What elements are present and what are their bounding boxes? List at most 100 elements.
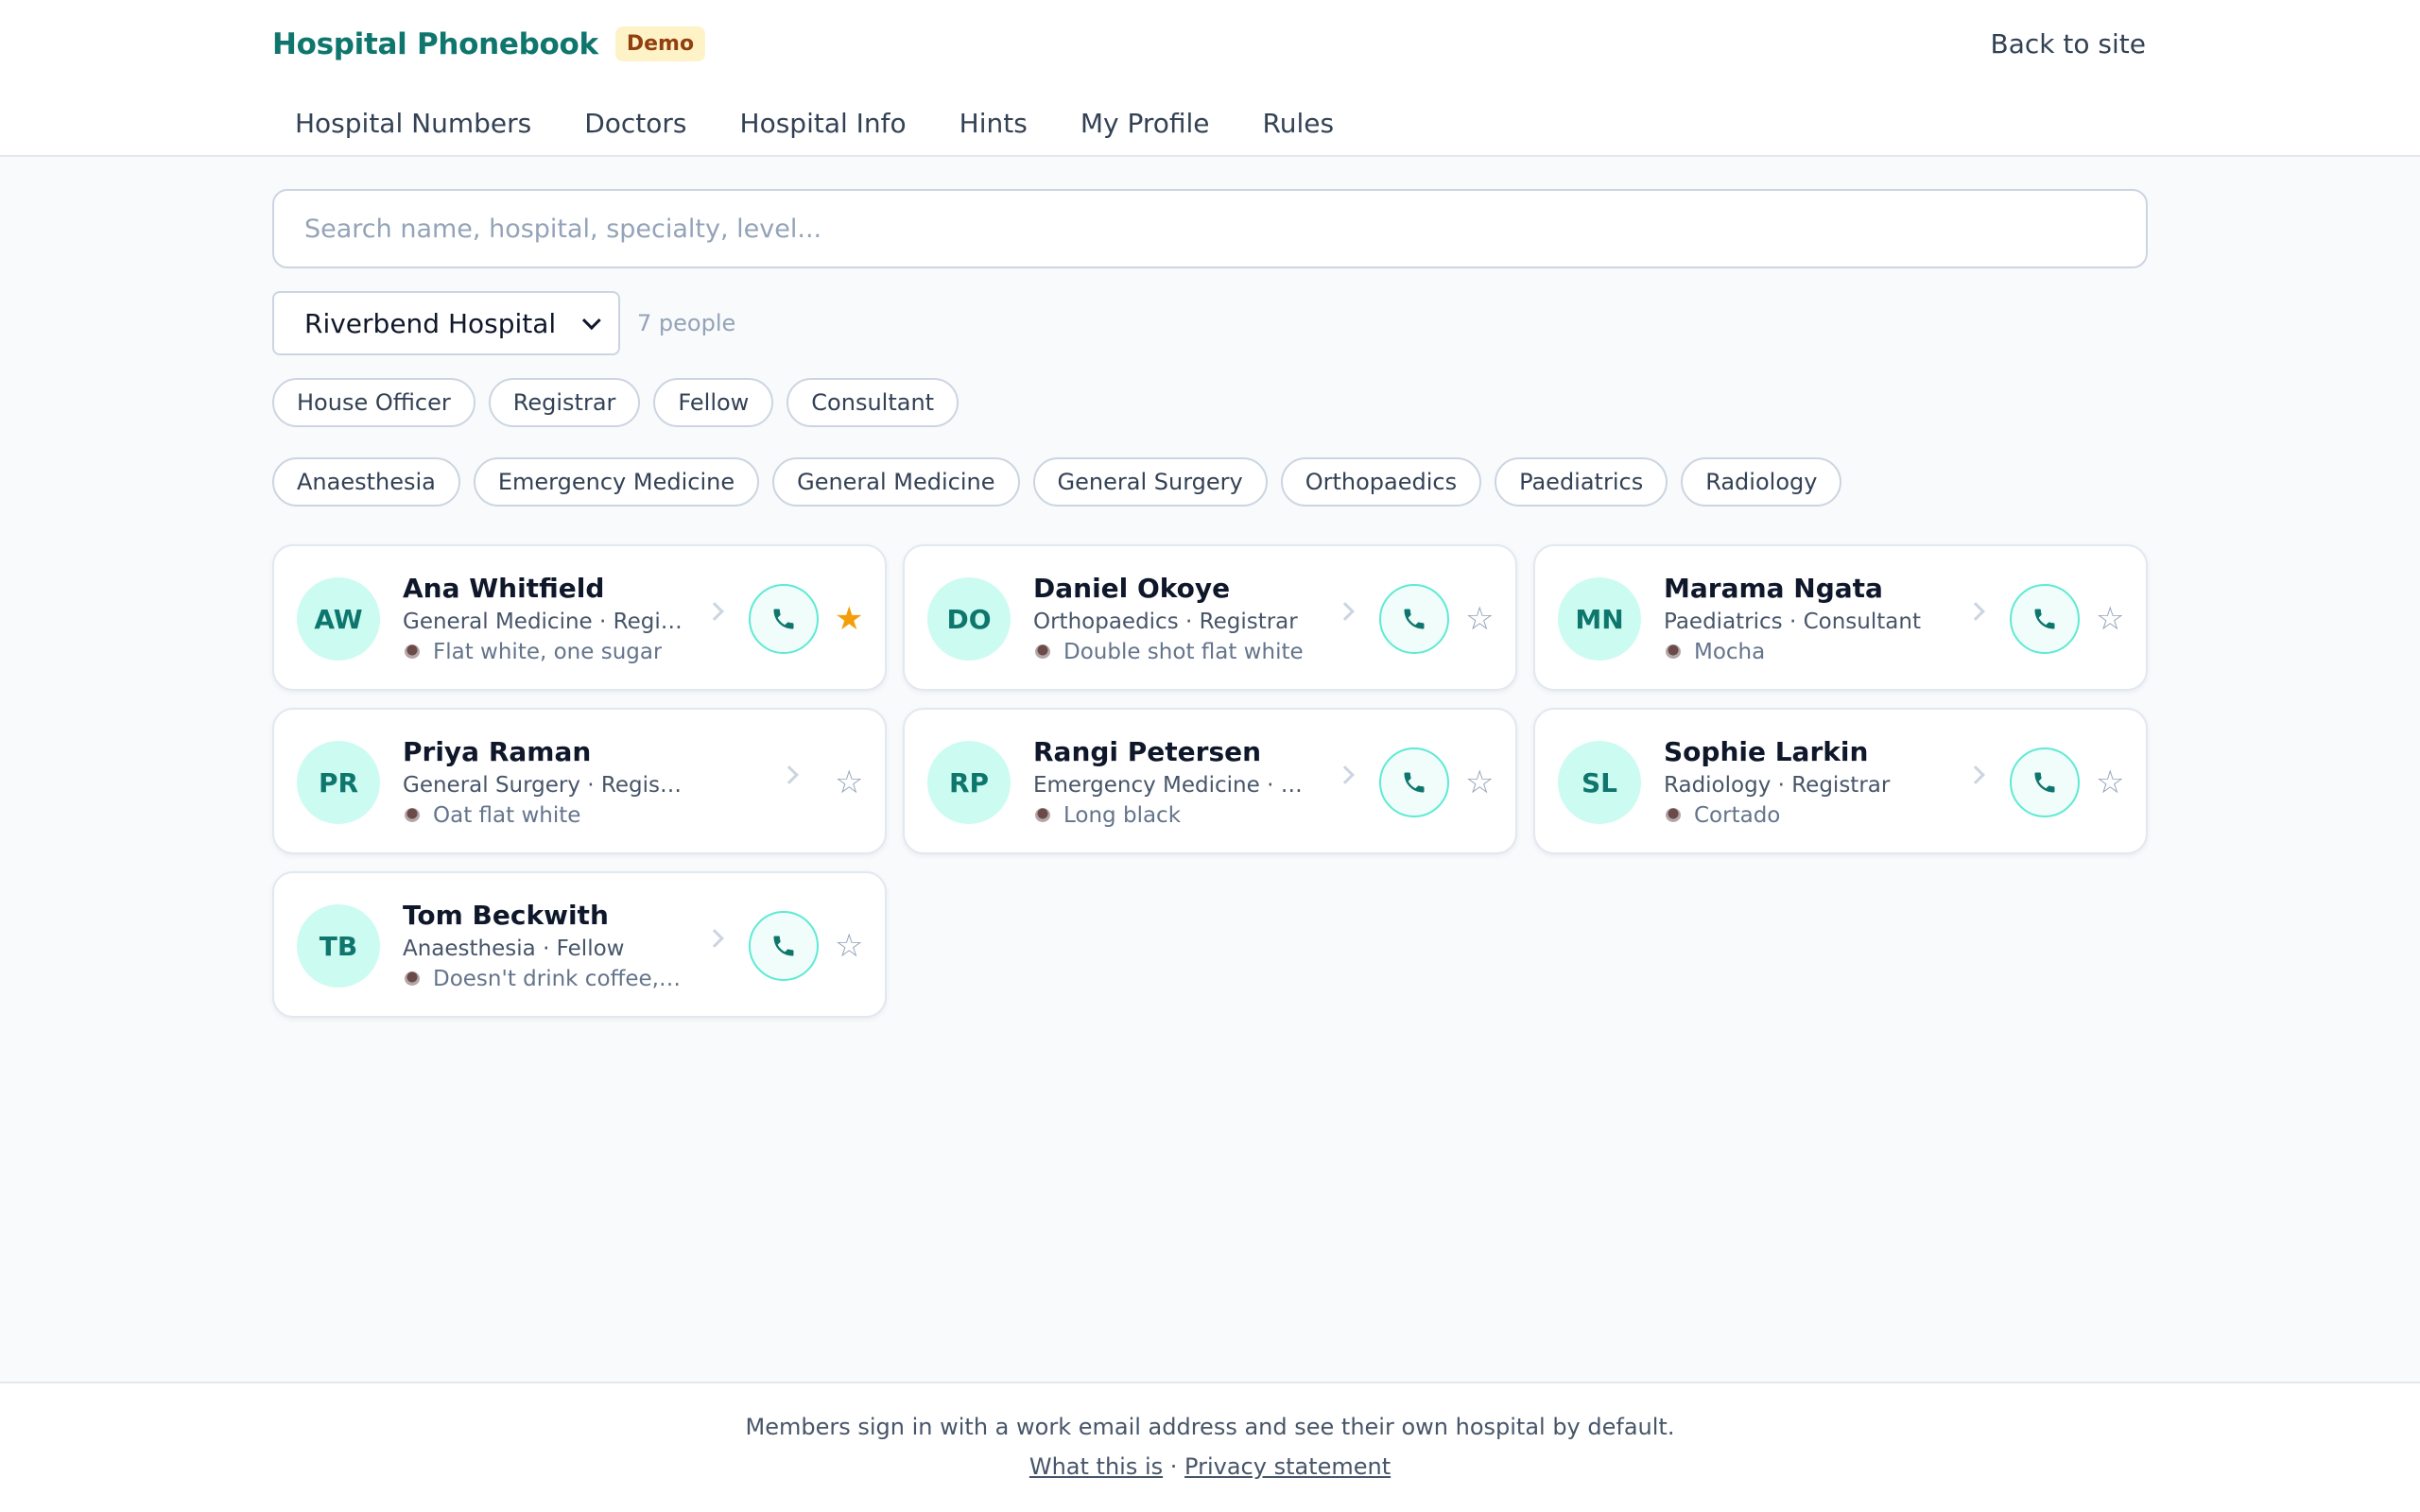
phone-icon — [773, 936, 794, 956]
chevron-right-icon[interactable] — [705, 602, 724, 621]
chip-orthopaedics[interactable]: Orthopaedics — [1280, 457, 1482, 507]
phone-icon — [773, 609, 794, 629]
chevron-right-icon[interactable] — [1966, 765, 1985, 784]
coffee-text: Long black — [1063, 803, 1182, 828]
person-name: Daniel Okoye — [1033, 573, 1231, 604]
chip-radiology[interactable]: Radiology — [1681, 457, 1842, 507]
person-specialty-level: General Surgery · Registrar — [403, 773, 686, 798]
coffee-preference: Oat flat white — [403, 803, 686, 828]
chevron-right-icon[interactable] — [1336, 765, 1355, 784]
brand: Hospital Phonebook Demo — [272, 26, 706, 61]
nav-rules[interactable]: Rules — [1263, 108, 1335, 139]
person-card[interactable]: MN Marama Ngata Paediatrics · Consultant… — [1533, 544, 2148, 691]
chip-consultant[interactable]: Consultant — [786, 378, 959, 427]
nav-hospital-numbers[interactable]: Hospital Numbers — [295, 108, 531, 139]
person-card[interactable]: TB Tom Beckwith Anaesthesia · Fellow Doe… — [272, 871, 887, 1018]
phone-icon — [2034, 772, 2055, 793]
call-button[interactable] — [2010, 584, 2080, 654]
chip-emergency-medicine[interactable]: Emergency Medicine — [473, 457, 760, 507]
chip-house-officer[interactable]: House Officer — [272, 378, 475, 427]
person-card[interactable]: PR Priya Raman General Surgery · Registr… — [272, 708, 887, 854]
avatar: PR — [297, 741, 380, 824]
chevron-right-icon[interactable] — [1336, 602, 1355, 621]
footer-links: What this is · Privacy statement — [0, 1453, 2420, 1480]
favorite-star-icon[interactable]: ☆ — [835, 923, 863, 969]
call-button[interactable] — [1379, 584, 1449, 654]
person-card[interactable]: SL Sophie Larkin Radiology · Registrar C… — [1533, 708, 2148, 854]
chevron-down-icon — [581, 311, 601, 331]
phone-icon — [2034, 609, 2055, 629]
main-nav: Hospital Numbers Doctors Hospital Info H… — [295, 108, 1334, 139]
nav-hospital-info[interactable]: Hospital Info — [740, 108, 907, 139]
person-card[interactable]: AW Ana Whitfield General Medicine · Regi… — [272, 544, 887, 691]
avatar: MN — [1558, 577, 1641, 661]
person-card[interactable]: RP Rangi Petersen Emergency Medicine · H… — [903, 708, 1517, 854]
privacy-statement-link[interactable]: Privacy statement — [1184, 1453, 1391, 1480]
nav-hints[interactable]: Hints — [959, 108, 1028, 139]
back-to-site-link[interactable]: Back to site — [1991, 28, 2146, 60]
hospital-select-value: Riverbend Hospital — [304, 307, 557, 339]
person-info: Marama Ngata Paediatrics · Consultant Mo… — [1664, 573, 1947, 664]
phone-icon — [1404, 609, 1425, 629]
chevron-right-icon[interactable] — [780, 765, 799, 784]
person-specialty-level: Emergency Medicine · Ho... — [1033, 773, 1317, 798]
chip-paediatrics[interactable]: Paediatrics — [1495, 457, 1668, 507]
coffee-preference: Double shot flat white — [1033, 640, 1317, 664]
avatar: DO — [927, 577, 1011, 661]
favorite-star-icon[interactable]: ☆ — [2096, 596, 2124, 642]
person-name: Rangi Petersen — [1033, 736, 1262, 767]
chip-fellow[interactable]: Fellow — [653, 378, 774, 427]
coffee-preference: Cortado — [1664, 803, 1947, 828]
coffee-text: Cortado — [1694, 803, 1781, 828]
search-input[interactable] — [272, 189, 2148, 268]
favorite-star-icon[interactable]: ☆ — [2096, 760, 2124, 805]
call-button[interactable] — [1379, 747, 1449, 817]
call-button[interactable] — [749, 911, 819, 981]
nav-my-profile[interactable]: My Profile — [1080, 108, 1210, 139]
person-specialty-level: Anaesthesia · Fellow — [403, 936, 625, 961]
hospital-select[interactable]: Riverbend Hospital — [272, 291, 620, 355]
coffee-text: Double shot flat white — [1063, 640, 1304, 664]
avatar: RP — [927, 741, 1011, 824]
favorite-star-icon[interactable]: ☆ — [1465, 760, 1494, 805]
app-title[interactable]: Hospital Phonebook — [272, 27, 598, 61]
person-info: Rangi Petersen Emergency Medicine · Ho..… — [1033, 736, 1317, 828]
nav-doctors[interactable]: Doctors — [584, 108, 686, 139]
coffee-text: Oat flat white — [433, 803, 581, 828]
coffee-cup-icon — [1664, 806, 1683, 825]
what-this-is-link[interactable]: What this is — [1029, 1453, 1163, 1480]
person-name: Tom Beckwith — [403, 900, 609, 931]
chip-general-surgery[interactable]: General Surgery — [1032, 457, 1268, 507]
person-info: Daniel Okoye Orthopaedics · Registrar Do… — [1033, 573, 1317, 664]
favorite-star-icon[interactable]: ☆ — [1465, 596, 1494, 642]
call-button[interactable] — [2010, 747, 2080, 817]
coffee-cup-icon — [1033, 806, 1052, 825]
person-specialty-level: General Medicine · Regist... — [403, 610, 686, 634]
coffee-text: Flat white, one sugar — [433, 640, 663, 664]
person-specialty-level: Radiology · Registrar — [1664, 773, 1891, 798]
person-info: Sophie Larkin Radiology · Registrar Cort… — [1664, 736, 1947, 828]
phone-icon — [1404, 772, 1425, 793]
person-info: Priya Raman General Surgery · Registrar … — [403, 736, 686, 828]
coffee-preference: Doesn't drink coffee, ... — [403, 967, 686, 991]
call-button[interactable] — [749, 584, 819, 654]
chevron-right-icon[interactable] — [1966, 602, 1985, 621]
person-card[interactable]: DO Daniel Okoye Orthopaedics · Registrar… — [903, 544, 1517, 691]
footer-separator: · — [1169, 1453, 1178, 1480]
people-grid: AW Ana Whitfield General Medicine · Regi… — [272, 544, 2148, 1018]
chip-anaesthesia[interactable]: Anaesthesia — [272, 457, 460, 507]
footer: Members sign in with a work email addres… — [0, 1382, 2420, 1512]
coffee-cup-icon — [403, 806, 422, 825]
coffee-preference: Flat white, one sugar — [403, 640, 686, 664]
chip-general-medicine[interactable]: General Medicine — [772, 457, 1020, 507]
person-name: Ana Whitfield — [403, 573, 605, 604]
favorite-star-icon[interactable]: ★ — [835, 596, 863, 642]
person-specialty-level: Paediatrics · Consultant — [1664, 610, 1921, 634]
person-name: Priya Raman — [403, 736, 592, 767]
chip-registrar[interactable]: Registrar — [488, 378, 641, 427]
chevron-right-icon[interactable] — [705, 929, 724, 948]
person-name: Marama Ngata — [1664, 573, 1883, 604]
demo-badge: Demo — [614, 26, 706, 61]
coffee-text: Doesn't drink coffee, ... — [433, 967, 686, 991]
favorite-star-icon[interactable]: ☆ — [835, 760, 863, 805]
